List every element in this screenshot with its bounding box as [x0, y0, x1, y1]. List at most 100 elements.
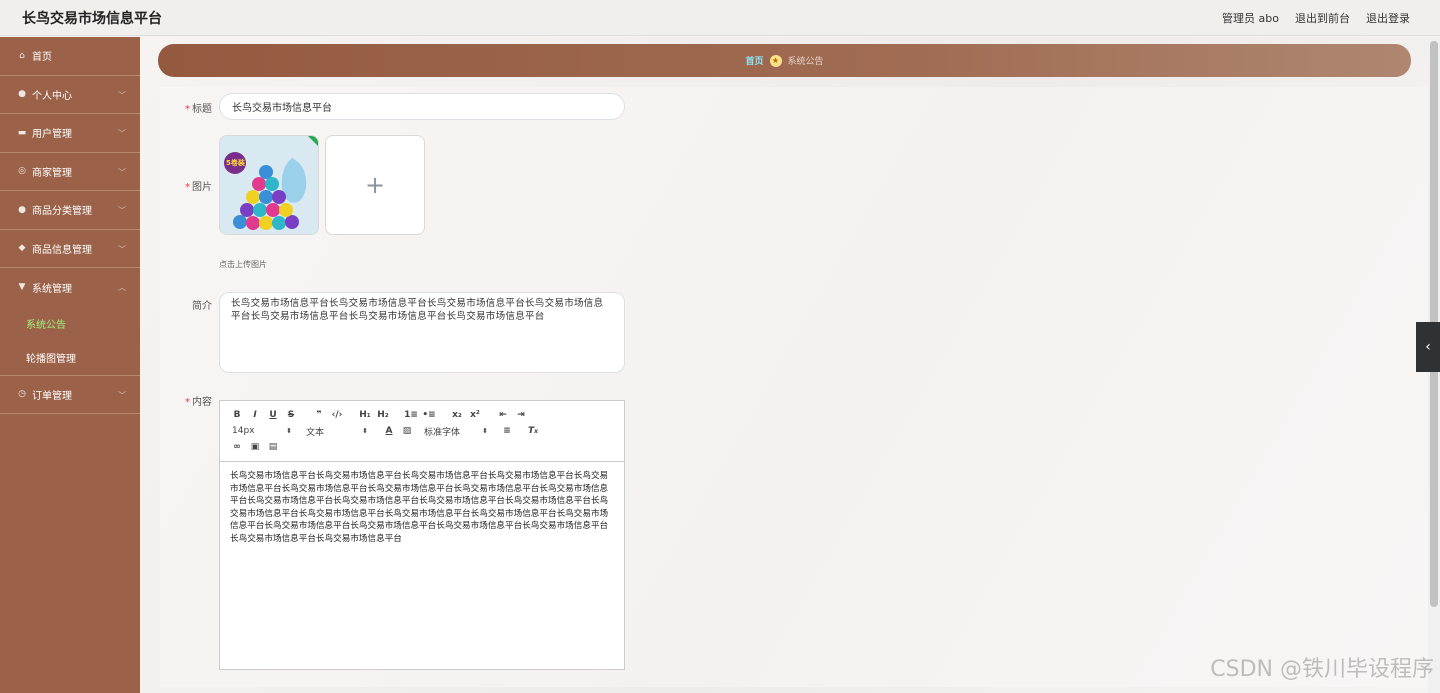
- image-badge-text: 5卷装: [226, 159, 245, 167]
- sidebar-item-goods-management[interactable]: ◆ 商品信息管理 ﹀: [0, 230, 140, 268]
- select-arrow-icon: ⬍: [286, 427, 292, 435]
- users-icon: ▬: [17, 127, 27, 138]
- breadcrumb: 首页 ★ 系统公告: [158, 44, 1411, 77]
- intro-label-text: 简介: [192, 301, 212, 312]
- strike-button[interactable]: S: [282, 407, 300, 423]
- top-header: 长鸟交易市场信息平台 管理员 abo 退出到前台 退出登录: [0, 0, 1440, 36]
- toolbar-row-2: 14px ⬍ 文本 ⬍ A ▨ 标准字体 ⬍ ≡ T x: [228, 423, 616, 439]
- sidebar-item-merchant-management[interactable]: ◎ 商家管理 ﹀: [0, 153, 140, 191]
- uploaded-image-thumbnail[interactable]: 5卷装: [219, 135, 319, 235]
- required-mark: *: [185, 182, 190, 193]
- sidebar-item-system-management[interactable]: ▼ 系统管理 ︿: [0, 268, 140, 307]
- indent-button[interactable]: ⇥: [512, 407, 530, 423]
- sidebar-item-label: 订单管理: [32, 390, 72, 402]
- font-family-value: 标准字体: [424, 427, 461, 438]
- sidebar-item-label: 商品分类管理: [32, 206, 92, 218]
- ordered-list-button[interactable]: 1≡: [402, 407, 420, 423]
- intro-textarea[interactable]: 长鸟交易市场信息平台长鸟交易市场信息平台长鸟交易市场信息平台长鸟交易市场信息平台…: [219, 292, 625, 373]
- header2-button[interactable]: H₂: [374, 407, 392, 423]
- goods-icon: ◆: [18, 243, 26, 254]
- video-icon[interactable]: ▤: [264, 439, 282, 455]
- rich-text-editor: B I U S ❞ ‹/› H₁ H₂ 1≡ •≡ x₂ x² ⇤ ⇥ 14px…: [219, 400, 625, 670]
- intro-label: 简介: [160, 297, 212, 312]
- block-format-select[interactable]: 文本 ⬍: [306, 423, 372, 439]
- title-label-text: 标题: [192, 104, 212, 115]
- user-icon: ●: [18, 89, 26, 100]
- editor-toolbar: B I U S ❞ ‹/› H₁ H₂ 1≡ •≡ x₂ x² ⇤ ⇥ 14px…: [220, 401, 624, 462]
- submenu-item-label: 系统公告: [26, 320, 66, 331]
- title-input[interactable]: 长鸟交易市场信息平台: [219, 93, 625, 120]
- image-icon[interactable]: ▣: [246, 439, 264, 455]
- font-family-select[interactable]: 标准字体 ⬍: [424, 423, 492, 439]
- content-label: * 内容: [160, 393, 212, 408]
- back-to-front-link[interactable]: 退出到前台: [1295, 10, 1350, 26]
- editor-content[interactable]: 长鸟交易市场信息平台长鸟交易市场信息平台长鸟交易市场信息平台长鸟交易市场信息平台…: [220, 462, 624, 670]
- italic-button[interactable]: I: [246, 407, 264, 423]
- toolbar-row-3: ∞ ▣ ▤: [228, 439, 616, 455]
- font-color-button[interactable]: A: [380, 423, 398, 439]
- select-arrow-icon: ⬍: [482, 427, 488, 435]
- chevron-down-icon: ﹀: [118, 244, 126, 254]
- collapse-panel-button[interactable]: ‹: [1416, 322, 1440, 372]
- sidebar: ⌂ 首页 ● 个人中心 ﹀ ▬ 用户管理 ﹀ ◎ 商家管理 ﹀ ● 商品分类管理…: [0, 37, 140, 693]
- bullet-list-button[interactable]: •≡: [420, 407, 438, 423]
- sidebar-item-home[interactable]: ⌂ 首页: [0, 37, 140, 76]
- header-actions: 管理员 abo 退出到前台 退出登录: [1222, 10, 1410, 26]
- watermark: CSDN @铁川毕设程序: [1210, 657, 1434, 682]
- underline-button[interactable]: U: [264, 407, 282, 423]
- breadcrumb-current: 系统公告: [787, 57, 824, 67]
- main-content: 首页 ★ 系统公告 * 标题 长鸟交易市场信息平台 * 图片 5卷装 + 点击上…: [140, 37, 1428, 693]
- breadcrumb-home-link[interactable]: 首页: [745, 54, 763, 67]
- upload-hint: 点击上传图片: [219, 260, 267, 269]
- announcement-form: * 标题 长鸟交易市场信息平台 * 图片 5卷装 + 点击上传图片 简介 长鸟交…: [160, 87, 1428, 687]
- sidebar-item-personal-center[interactable]: ● 个人中心 ﹀: [0, 76, 140, 114]
- order-icon: ◷: [18, 389, 26, 400]
- blockquote-button[interactable]: ❞: [310, 407, 328, 423]
- system-submenu: 系统公告 轮播图管理: [0, 307, 140, 376]
- block-format-value: 文本: [306, 427, 325, 438]
- sidebar-item-label: 个人中心: [32, 90, 72, 102]
- required-mark: *: [185, 104, 190, 115]
- chevron-up-icon: ︿: [118, 283, 126, 292]
- settings-icon: ▼: [18, 282, 26, 293]
- image-upload-button[interactable]: +: [325, 135, 425, 235]
- sidebar-item-label: 系统管理: [32, 283, 72, 295]
- select-arrow-icon: ⬍: [362, 427, 368, 435]
- chevron-down-icon: ﹀: [118, 206, 126, 215]
- image-label: * 图片: [160, 178, 212, 193]
- outdent-button[interactable]: ⇤: [494, 407, 512, 423]
- app-title: 长鸟交易市场信息平台: [22, 10, 162, 27]
- code-block-button[interactable]: ‹/›: [328, 407, 346, 423]
- sidebar-item-label: 商品信息管理: [32, 244, 92, 256]
- chevron-left-icon: ‹: [1425, 339, 1431, 355]
- submenu-item-announcement[interactable]: 系统公告: [0, 307, 140, 341]
- chevron-down-icon: ﹀: [118, 167, 126, 177]
- plus-icon: +: [364, 171, 386, 199]
- bold-button[interactable]: B: [228, 407, 246, 423]
- font-size-select[interactable]: 14px ⬍: [228, 423, 296, 439]
- sidebar-item-label: 商家管理: [32, 167, 72, 179]
- logout-link[interactable]: 退出登录: [1366, 10, 1410, 26]
- content-label-text: 内容: [192, 397, 212, 408]
- background-color-icon[interactable]: ▨: [398, 423, 416, 439]
- home-icon: ⌂: [19, 50, 25, 61]
- submenu-item-carousel[interactable]: 轮播图管理: [0, 341, 140, 375]
- admin-user-label: 管理员 abo: [1222, 11, 1279, 25]
- category-icon: ●: [18, 204, 26, 215]
- sidebar-item-category-management[interactable]: ● 商品分类管理 ﹀: [0, 191, 140, 230]
- submenu-item-label: 轮播图管理: [26, 354, 76, 365]
- subscript-button[interactable]: x₂: [448, 407, 466, 423]
- header1-button[interactable]: H₁: [356, 407, 374, 423]
- chevron-down-icon: ﹀: [118, 390, 126, 400]
- sidebar-item-user-management[interactable]: ▬ 用户管理 ﹀: [0, 114, 140, 153]
- superscript-button[interactable]: x²: [466, 407, 484, 423]
- title-label: * 标题: [160, 100, 212, 115]
- clear-format-icon[interactable]: Tx: [524, 423, 542, 439]
- sidebar-item-order-management[interactable]: ◷ 订单管理 ﹀: [0, 376, 140, 414]
- sidebar-item-label: 用户管理: [32, 129, 72, 141]
- align-left-icon[interactable]: ≡: [498, 423, 516, 439]
- link-icon[interactable]: ∞: [228, 439, 246, 455]
- required-mark: *: [185, 397, 190, 408]
- shop-icon: ◎: [18, 166, 26, 177]
- font-size-value: 14px: [232, 426, 255, 436]
